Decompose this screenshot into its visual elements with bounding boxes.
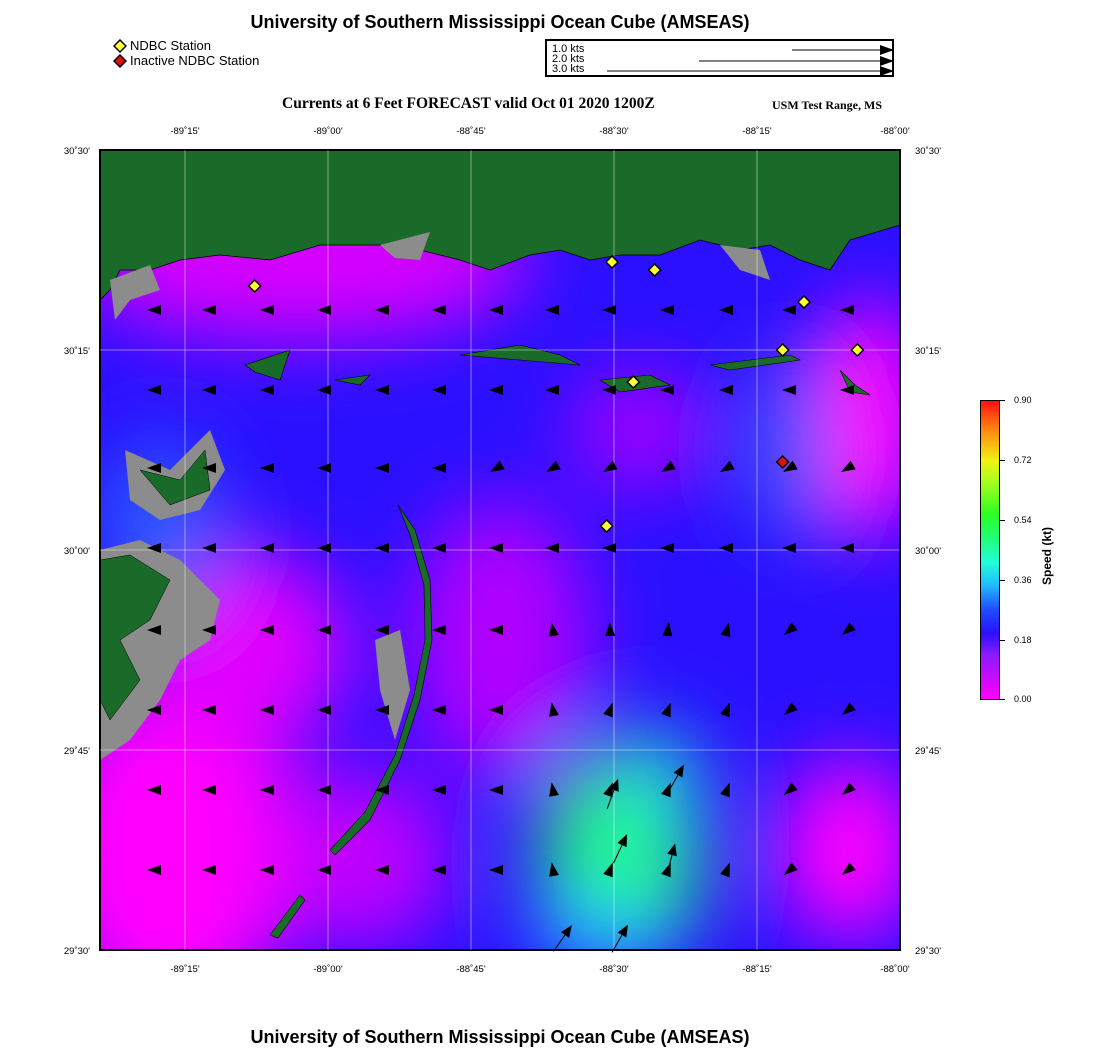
lon-tick-top-5: -88˚15' — [742, 126, 771, 137]
lat-tick-left-3: 30˚00' — [64, 546, 90, 557]
currents-map: -89˚15' -89˚00' -88˚45' -88˚30' -88˚15' … — [64, 126, 941, 975]
lat-tick-right-4: 29˚45' — [915, 746, 941, 757]
lon-tick-bottom-4: -88˚30' — [599, 964, 628, 975]
lon-tick-top-6: -88˚00' — [880, 126, 909, 137]
lat-tick-left-2: 30˚15' — [64, 346, 90, 357]
lon-tick-top-4: -88˚30' — [599, 126, 628, 137]
lon-tick-top-1: -89˚15' — [170, 126, 199, 137]
lat-tick-right-1: 30˚30' — [915, 146, 941, 157]
lon-tick-bottom-1: -89˚15' — [170, 964, 199, 975]
colorbar-tick-5: 0.18 — [1014, 635, 1032, 645]
colorbar-tick-6: 0.00 — [1014, 694, 1032, 704]
colorbar-tick-2: 0.72 — [1014, 455, 1032, 465]
lon-tick-bottom-6: -88˚00' — [880, 964, 909, 975]
colorbar-tick-3: 0.54 — [1014, 515, 1032, 525]
speed-field — [100, 150, 900, 950]
lat-tick-left-4: 29˚45' — [64, 746, 90, 757]
colorbar-tick-4: 0.36 — [1014, 575, 1032, 585]
lon-tick-bottom-3: -88˚45' — [456, 964, 485, 975]
colorbar-tick-1: 0.90 — [1014, 395, 1032, 405]
lat-tick-left-1: 30˚30' — [64, 146, 90, 157]
page-footer-title: University of Southern Mississippi Ocean… — [250, 1027, 750, 1047]
lon-tick-top-2: -89˚00' — [313, 126, 342, 137]
lat-tick-right-5: 29˚30' — [915, 946, 941, 957]
lon-tick-bottom-2: -89˚00' — [313, 964, 342, 975]
lon-tick-bottom-5: -88˚15' — [742, 964, 771, 975]
lat-tick-left-5: 29˚30' — [64, 946, 90, 957]
lon-tick-top-3: -88˚45' — [456, 126, 485, 137]
lat-tick-right-3: 30˚00' — [915, 546, 941, 557]
lat-tick-right-2: 30˚15' — [915, 346, 941, 357]
speed-colorbar — [980, 400, 1000, 700]
colorbar-label: Speed (kt) — [1040, 526, 1054, 585]
